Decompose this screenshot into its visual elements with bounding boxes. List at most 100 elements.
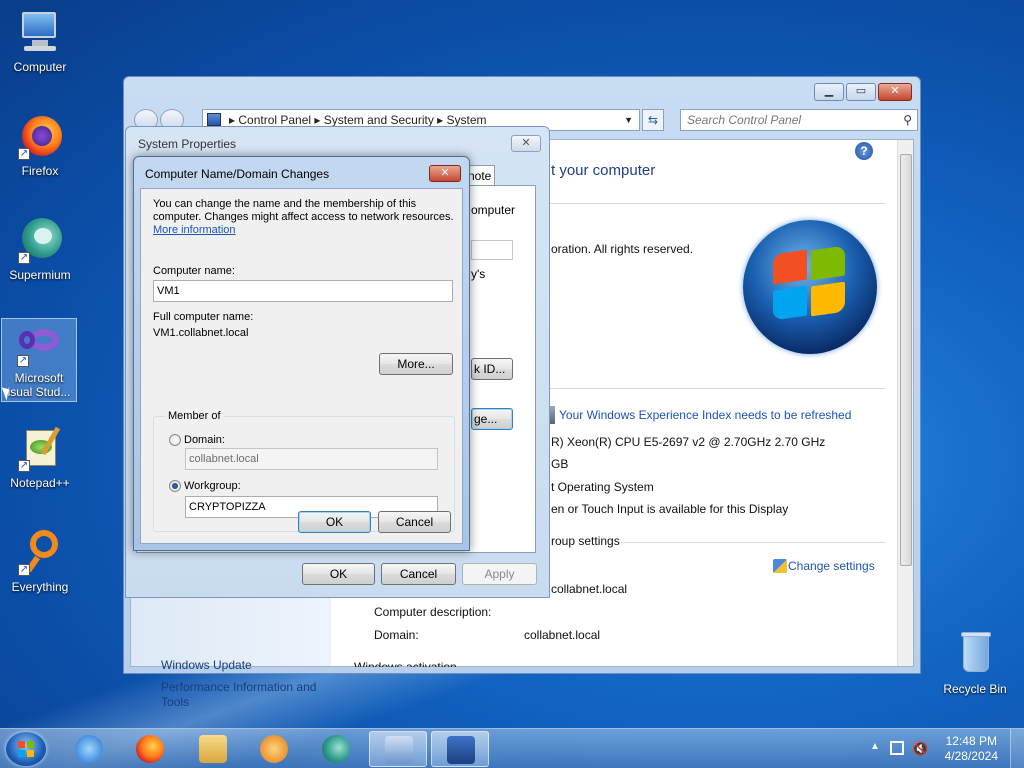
supermium-icon: ↗: [16, 216, 64, 264]
desktop-icon-label: Supermium: [9, 268, 71, 282]
cancel-button[interactable]: Cancel: [381, 563, 456, 585]
computer-description-field[interactable]: [471, 240, 513, 260]
system-type-value: t Operating System: [551, 480, 654, 494]
shortcut-arrow-icon: ↗: [18, 148, 30, 160]
domain-radio[interactable]: [169, 434, 181, 446]
domain-label: Domain:: [184, 434, 225, 446]
computer-name-field[interactable]: VM1: [153, 280, 453, 302]
refresh-button[interactable]: ⇆: [642, 109, 664, 131]
system-tray: ▲ 🔇 12:48 PM 4/28/2024: [864, 729, 1024, 768]
desktop-icon-label: Computer: [13, 60, 67, 74]
shield-icon: [773, 559, 787, 573]
workgroup-label: Workgroup:: [184, 480, 241, 492]
ok-button[interactable]: OK: [298, 511, 371, 533]
breadcrumb-system[interactable]: System: [447, 113, 487, 127]
desktop-icon-everything[interactable]: ↗ Everything: [2, 528, 78, 594]
search-placeholder: Search Control Panel: [687, 113, 802, 127]
clock[interactable]: 12:48 PM 4/28/2024: [945, 734, 998, 764]
divider: [621, 542, 886, 543]
taskbar-supermium[interactable]: [307, 731, 365, 767]
close-button[interactable]: ✕: [511, 135, 541, 152]
scrollbar-thumb[interactable]: [900, 154, 912, 566]
sidebar-link-windows-update[interactable]: Windows Update: [161, 658, 326, 673]
start-button[interactable]: [6, 732, 46, 766]
close-button[interactable]: ✕: [429, 165, 461, 182]
breadcrumb-separator: ▸: [314, 113, 324, 127]
desktop-icon-supermium[interactable]: ↗ Supermium: [2, 216, 78, 282]
description-line: computer. Changes might affect access to…: [153, 211, 454, 223]
desktop-icon-label: Firefox: [21, 164, 59, 178]
ram-value: GB: [551, 457, 569, 471]
search-input[interactable]: Search Control Panel ⚲: [680, 109, 918, 131]
help-icon[interactable]: ?: [855, 142, 873, 160]
more-information-link[interactable]: More information: [153, 224, 236, 237]
show-hidden-icons-icon[interactable]: ▲: [870, 741, 880, 752]
system-properties-icon: [447, 736, 475, 764]
explorer-icon: [199, 735, 227, 763]
search-icon[interactable]: ⚲: [903, 110, 912, 130]
behind-text: omputer: [471, 203, 516, 217]
description-line: You can change the name and the membersh…: [153, 198, 417, 210]
taskbar-system-properties[interactable]: [431, 731, 489, 767]
apply-button[interactable]: Apply: [462, 563, 537, 585]
desktop-icon-computer[interactable]: Computer: [2, 8, 78, 74]
show-desktop-button[interactable]: [1010, 729, 1024, 768]
shortcut-arrow-icon: ↗: [18, 460, 30, 472]
control-panel-icon: [385, 736, 413, 764]
dialog-title: System Properties: [138, 137, 237, 151]
taskbar-media-player[interactable]: [245, 731, 303, 767]
domain-field[interactable]: collabnet.local: [185, 448, 438, 470]
network-id-button[interactable]: k ID...: [471, 358, 513, 380]
dialog-title: Computer Name/Domain Changes: [145, 167, 330, 181]
vertical-scrollbar[interactable]: [897, 140, 913, 666]
pen-touch-value: en or Touch Input is available for this …: [551, 502, 789, 516]
breadcrumb-separator: ▸: [229, 113, 239, 127]
recycle-bin-icon: [951, 630, 999, 678]
cancel-button[interactable]: Cancel: [378, 511, 451, 533]
experience-index-link[interactable]: Your Windows Experience Index needs to b…: [559, 408, 851, 422]
desktop-icon-label: Everything: [11, 580, 69, 594]
internet-explorer-icon: [75, 735, 103, 763]
breadcrumb-separator: ▸: [437, 113, 447, 127]
copyright-text: oration. All rights reserved.: [551, 242, 694, 256]
shortcut-arrow-icon: ↗: [18, 252, 30, 264]
taskbar-control-panel[interactable]: [369, 731, 427, 767]
desktop-icon-label: Recycle Bin: [943, 682, 1007, 696]
window-controls: ▁ ▭ ✕: [814, 83, 912, 101]
network-icon[interactable]: [890, 741, 904, 755]
close-button[interactable]: ✕: [878, 83, 912, 101]
desktop-icon-recycle-bin[interactable]: Recycle Bin: [938, 630, 1012, 696]
minimize-button[interactable]: ▁: [814, 83, 844, 101]
computer-name-label: Computer name:: [153, 265, 235, 277]
processor-value: R) Xeon(R) CPU E5-2697 v2 @ 2.70GHz 2.70…: [551, 435, 826, 449]
windows-logo: [743, 220, 877, 354]
computer-name-dialog: Computer Name/Domain Changes ✕ You can c…: [133, 156, 470, 551]
dialog-body: You can change the name and the membersh…: [140, 188, 463, 544]
desktop-icon-label: Microsoft: [14, 371, 64, 385]
behind-text: y's: [471, 267, 486, 281]
taskbar-internet-explorer[interactable]: [60, 731, 118, 767]
more-button[interactable]: More...: [379, 353, 453, 375]
breadcrumb-control-panel[interactable]: Control Panel: [238, 113, 311, 127]
shortcut-arrow-icon: ↗: [18, 564, 30, 576]
taskbar-explorer[interactable]: [184, 731, 242, 767]
section-title-activation: Windows activation: [354, 660, 457, 667]
notepadpp-icon: ↗: [16, 424, 64, 472]
workgroup-radio[interactable]: [169, 480, 181, 492]
desktop-icon-firefox[interactable]: ↗ Firefox: [2, 112, 78, 178]
desktop-icon-notepadpp[interactable]: ↗ Notepad++: [2, 424, 78, 490]
firefox-icon: [136, 735, 164, 763]
full-name-value: collabnet.local: [551, 582, 628, 596]
change-settings-link[interactable]: Change settings: [788, 559, 875, 573]
change-button[interactable]: ge...: [471, 408, 513, 430]
full-name-value: VM1.collabnet.local: [153, 327, 249, 339]
chevron-down-icon[interactable]: ▼: [624, 110, 633, 130]
ok-button[interactable]: OK: [302, 563, 375, 585]
volume-icon[interactable]: 🔇: [912, 741, 928, 757]
maximize-button[interactable]: ▭: [846, 83, 876, 101]
desktop-icon-visual-studio[interactable]: ↗ Microsoft isual Stud...: [1, 318, 77, 402]
sidebar-link-performance[interactable]: Performance Information and Tools: [161, 680, 326, 710]
breadcrumb-system-security[interactable]: System and Security: [324, 113, 434, 127]
taskbar-firefox[interactable]: [121, 731, 179, 767]
clock-time: 12:48 PM: [945, 734, 997, 748]
